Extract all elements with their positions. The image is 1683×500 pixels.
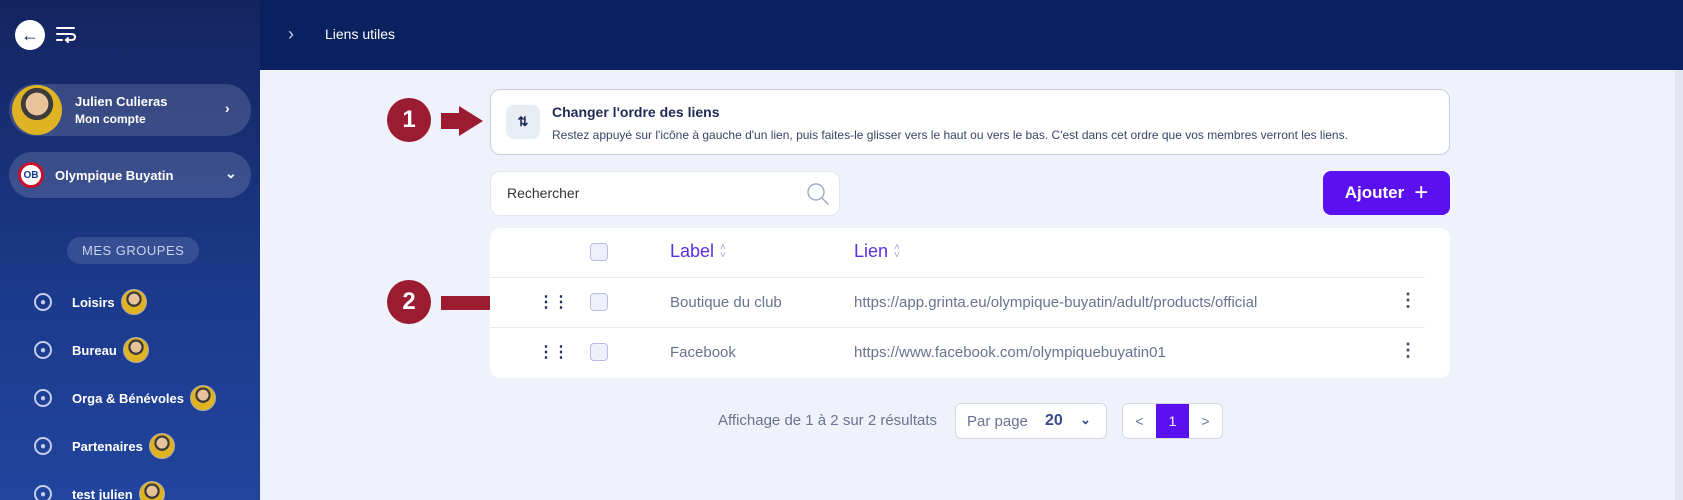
info-title: Changer l'ordre des liens bbox=[552, 104, 720, 120]
sidebar-item-label: Partenaires bbox=[72, 438, 143, 454]
sidebar: ← Julien Culieras Mon compte › OB Olympi… bbox=[0, 0, 260, 500]
account-name: Julien Culieras bbox=[75, 94, 168, 109]
reorder-info-box: ⇅ Changer l'ordre des liens Restez appuy… bbox=[490, 89, 1450, 155]
per-page-select[interactable]: Par page 20 ⌄ bbox=[955, 403, 1107, 439]
search-input[interactable] bbox=[507, 185, 797, 201]
pagination: < 1 > bbox=[1122, 403, 1223, 439]
avatar bbox=[190, 385, 216, 411]
sidebar-item-bureau[interactable]: ● Bureau bbox=[34, 335, 149, 365]
topbar: › Liens utiles bbox=[260, 0, 1683, 70]
drag-handle-icon[interactable]: ⋮⋮ bbox=[538, 292, 569, 312]
soccer-ball-icon: ● bbox=[34, 437, 52, 455]
club-name: Olympique Buyatin bbox=[55, 168, 174, 183]
search-icon[interactable] bbox=[806, 182, 830, 206]
callout-arrow-icon bbox=[441, 106, 483, 136]
divider bbox=[490, 277, 1425, 278]
groups-heading: MES GROUPES bbox=[67, 237, 200, 264]
drag-handle-icon[interactable]: ⋮⋮ bbox=[538, 342, 569, 362]
chevron-right-icon: › bbox=[288, 24, 294, 44]
more-options-icon[interactable]: ⋮ bbox=[1399, 340, 1417, 361]
more-options-icon[interactable]: ⋮ bbox=[1399, 290, 1417, 311]
divider bbox=[490, 327, 1425, 328]
column-header-text: Lien bbox=[854, 241, 889, 261]
soccer-ball-icon: ● bbox=[34, 389, 52, 407]
results-summary: Affichage de 1 à 2 sur 2 résultats bbox=[718, 412, 938, 429]
column-header-label[interactable]: Label ˄ ˅ bbox=[670, 241, 726, 262]
per-page-value: 20 bbox=[1045, 412, 1063, 429]
club-selector[interactable]: OB Olympique Buyatin ⌄ bbox=[9, 152, 251, 198]
callout-badge: 1 bbox=[387, 98, 431, 142]
prev-page-button[interactable]: < bbox=[1123, 404, 1156, 438]
chevron-right-icon: › bbox=[225, 100, 230, 116]
column-header-text: Label bbox=[670, 241, 715, 261]
sidebar-item-label: Loisirs bbox=[72, 294, 115, 310]
chevron-down-icon: ⌄ bbox=[1080, 412, 1091, 427]
row-link[interactable]: https://app.grinta.eu/olympique-buyatin/… bbox=[854, 294, 1257, 311]
plus-icon: + bbox=[1414, 179, 1429, 206]
avatar bbox=[120, 289, 147, 315]
avatar bbox=[12, 85, 62, 135]
row-link[interactable]: https://www.facebook.com/olympiquebuyati… bbox=[854, 344, 1166, 361]
club-logo: OB bbox=[18, 162, 44, 188]
soccer-ball-icon: ● bbox=[34, 293, 52, 311]
per-page-label: Par page bbox=[967, 413, 1028, 430]
links-table: Label ˄ ˅ Lien ˄ ˅ ⋮⋮ Boutique du club htt… bbox=[490, 228, 1450, 378]
row-label: Facebook bbox=[670, 344, 736, 361]
row-checkbox[interactable] bbox=[590, 343, 608, 361]
page-button-current[interactable]: 1 bbox=[1156, 404, 1189, 438]
chevron-down-icon: ⌄ bbox=[225, 165, 237, 181]
add-link-button[interactable]: Ajouter + bbox=[1323, 171, 1450, 215]
scrollbar[interactable] bbox=[1675, 70, 1683, 500]
search-box bbox=[490, 171, 840, 216]
info-text: Restez appuyé sur l'icône à gauche d'un … bbox=[552, 128, 1348, 142]
sidebar-item-orga-benevoles[interactable]: ● Orga & Bénévoles bbox=[34, 383, 216, 413]
account-card[interactable]: Julien Culieras Mon compte › bbox=[9, 84, 251, 136]
sidebar-item-partenaires[interactable]: ● Partenaires bbox=[34, 431, 175, 461]
add-button-label: Ajouter bbox=[1344, 183, 1405, 202]
sidebar-item-label: test julien bbox=[72, 486, 133, 500]
sidebar-item-label: Orga & Bénévoles bbox=[72, 390, 184, 406]
avatar bbox=[138, 481, 165, 500]
back-arrow-icon[interactable]: ← bbox=[15, 20, 45, 50]
avatar bbox=[148, 433, 175, 459]
row-checkbox[interactable] bbox=[590, 293, 608, 311]
next-page-button[interactable]: > bbox=[1189, 404, 1222, 438]
row-label: Boutique du club bbox=[670, 294, 782, 311]
sidebar-item-loisirs[interactable]: ● Loisirs bbox=[34, 287, 147, 317]
avatar bbox=[122, 337, 149, 363]
reorder-icon: ⇅ bbox=[506, 105, 540, 139]
sidebar-item-label: Bureau bbox=[72, 342, 117, 358]
sort-icon: ˄ ˅ bbox=[894, 241, 900, 261]
sidebar-item-test-julien[interactable]: ● test julien bbox=[34, 479, 165, 500]
soccer-ball-icon: ● bbox=[34, 341, 52, 359]
callout-badge: 2 bbox=[387, 280, 431, 324]
soccer-ball-icon: ● bbox=[34, 485, 52, 500]
select-all-checkbox[interactable] bbox=[590, 243, 608, 261]
account-subtitle: Mon compte bbox=[75, 112, 146, 126]
menu-toggle-icon[interactable] bbox=[55, 23, 77, 45]
sort-icon: ˄ ˅ bbox=[720, 241, 726, 261]
column-header-link[interactable]: Lien ˄ ˅ bbox=[854, 241, 900, 262]
page-title: Liens utiles bbox=[325, 26, 396, 42]
